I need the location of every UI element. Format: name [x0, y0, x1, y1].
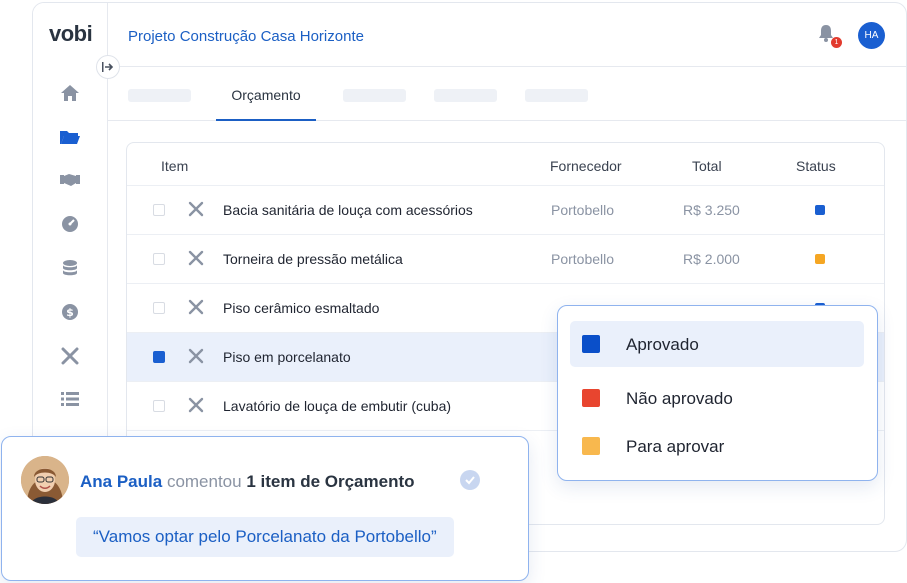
- header-status: Status: [796, 158, 836, 174]
- svg-text:$: $: [66, 306, 74, 319]
- row-checkbox[interactable]: [153, 351, 165, 363]
- gauge-icon[interactable]: [59, 213, 81, 235]
- comment-card: Ana Paula comentou 1 item de Orçamento “…: [1, 436, 529, 581]
- item-supplier: Portobello: [551, 251, 615, 267]
- tools-icon[interactable]: [59, 345, 81, 367]
- status-option-nao-aprovado[interactable]: Não aprovado: [570, 375, 864, 421]
- row-checkbox[interactable]: [153, 253, 165, 265]
- item-name: Bacia sanitária de louça com acessórios: [223, 202, 473, 218]
- project-title[interactable]: Projeto Construção Casa Horizonte: [128, 28, 364, 45]
- tools-icon: [187, 200, 205, 218]
- tools-icon: [187, 298, 205, 316]
- tab-placeholder[interactable]: [128, 89, 191, 102]
- row-checkbox[interactable]: [153, 400, 165, 412]
- status-option-label: Não aprovado: [626, 389, 733, 408]
- dollar-icon[interactable]: $: [59, 301, 81, 323]
- item-name: Lavatório de louça de embutir (cuba): [223, 398, 452, 414]
- list-icon[interactable]: [59, 388, 81, 410]
- comment-verb: comentou: [166, 472, 242, 491]
- item-total: R$ 2.000: [683, 251, 740, 267]
- tab-placeholder[interactable]: [525, 89, 588, 102]
- comment-subject: 1 item de Orçamento: [246, 472, 415, 491]
- status-indicator[interactable]: [815, 254, 825, 264]
- status-option-label: Aprovado: [626, 335, 699, 354]
- item-name: Piso em porcelanato: [223, 349, 351, 365]
- notification-badge: 1: [831, 37, 842, 48]
- status-option-para-aprovar[interactable]: Para aprovar: [570, 423, 864, 469]
- sidebar-collapse-button[interactable]: [96, 55, 120, 79]
- tools-icon: [187, 249, 205, 267]
- tab-orcamento[interactable]: Orçamento: [216, 87, 316, 121]
- item-name: Piso cerâmico esmaltado: [223, 300, 380, 316]
- home-icon[interactable]: [59, 82, 81, 104]
- tab-bar: Orçamento: [108, 67, 906, 121]
- tab-placeholder[interactable]: [434, 89, 497, 102]
- status-indicator[interactable]: [815, 205, 825, 215]
- user-avatar[interactable]: HA: [858, 22, 885, 49]
- folder-icon[interactable]: [59, 126, 81, 148]
- status-option-aprovado[interactable]: Aprovado: [570, 321, 864, 367]
- coins-icon[interactable]: [59, 257, 81, 279]
- comment-quote: “Vamos optar pelo Porcelanato da Portobe…: [76, 517, 454, 557]
- item-name: Torneira de pressão metálica: [223, 251, 403, 267]
- status-color-swatch: [582, 437, 600, 455]
- status-dropdown: Aprovado Não aprovado Para aprovar: [557, 305, 878, 481]
- header-supplier: Fornecedor: [550, 158, 622, 174]
- header-total: Total: [692, 158, 722, 174]
- handshake-icon[interactable]: [59, 169, 81, 191]
- status-color-swatch: [582, 335, 600, 353]
- row-checkbox[interactable]: [153, 302, 165, 314]
- top-bar: Projeto Construção Casa Horizonte 1 HA: [108, 3, 906, 67]
- table-row[interactable]: Torneira de pressão metálica Portobello …: [127, 234, 884, 283]
- avatar: [21, 456, 69, 504]
- tab-placeholder[interactable]: [343, 89, 406, 102]
- row-checkbox[interactable]: [153, 204, 165, 216]
- logo: vobi: [49, 21, 93, 46]
- status-color-swatch: [582, 389, 600, 407]
- table-header: Item Fornecedor Total Status: [127, 143, 884, 185]
- item-total: R$ 3.250: [683, 202, 740, 218]
- tools-icon: [187, 347, 205, 365]
- check-icon[interactable]: [460, 470, 480, 490]
- table-row[interactable]: Bacia sanitária de louça com acessórios …: [127, 185, 884, 234]
- status-option-label: Para aprovar: [626, 437, 725, 456]
- tools-icon: [187, 396, 205, 414]
- header-item: Item: [161, 158, 189, 174]
- comment-summary: Ana Paula comentou 1 item de Orçamento: [80, 472, 415, 492]
- item-supplier: Portobello: [551, 202, 615, 218]
- comment-author[interactable]: Ana Paula: [80, 472, 162, 491]
- arrow-right-icon: [102, 62, 114, 72]
